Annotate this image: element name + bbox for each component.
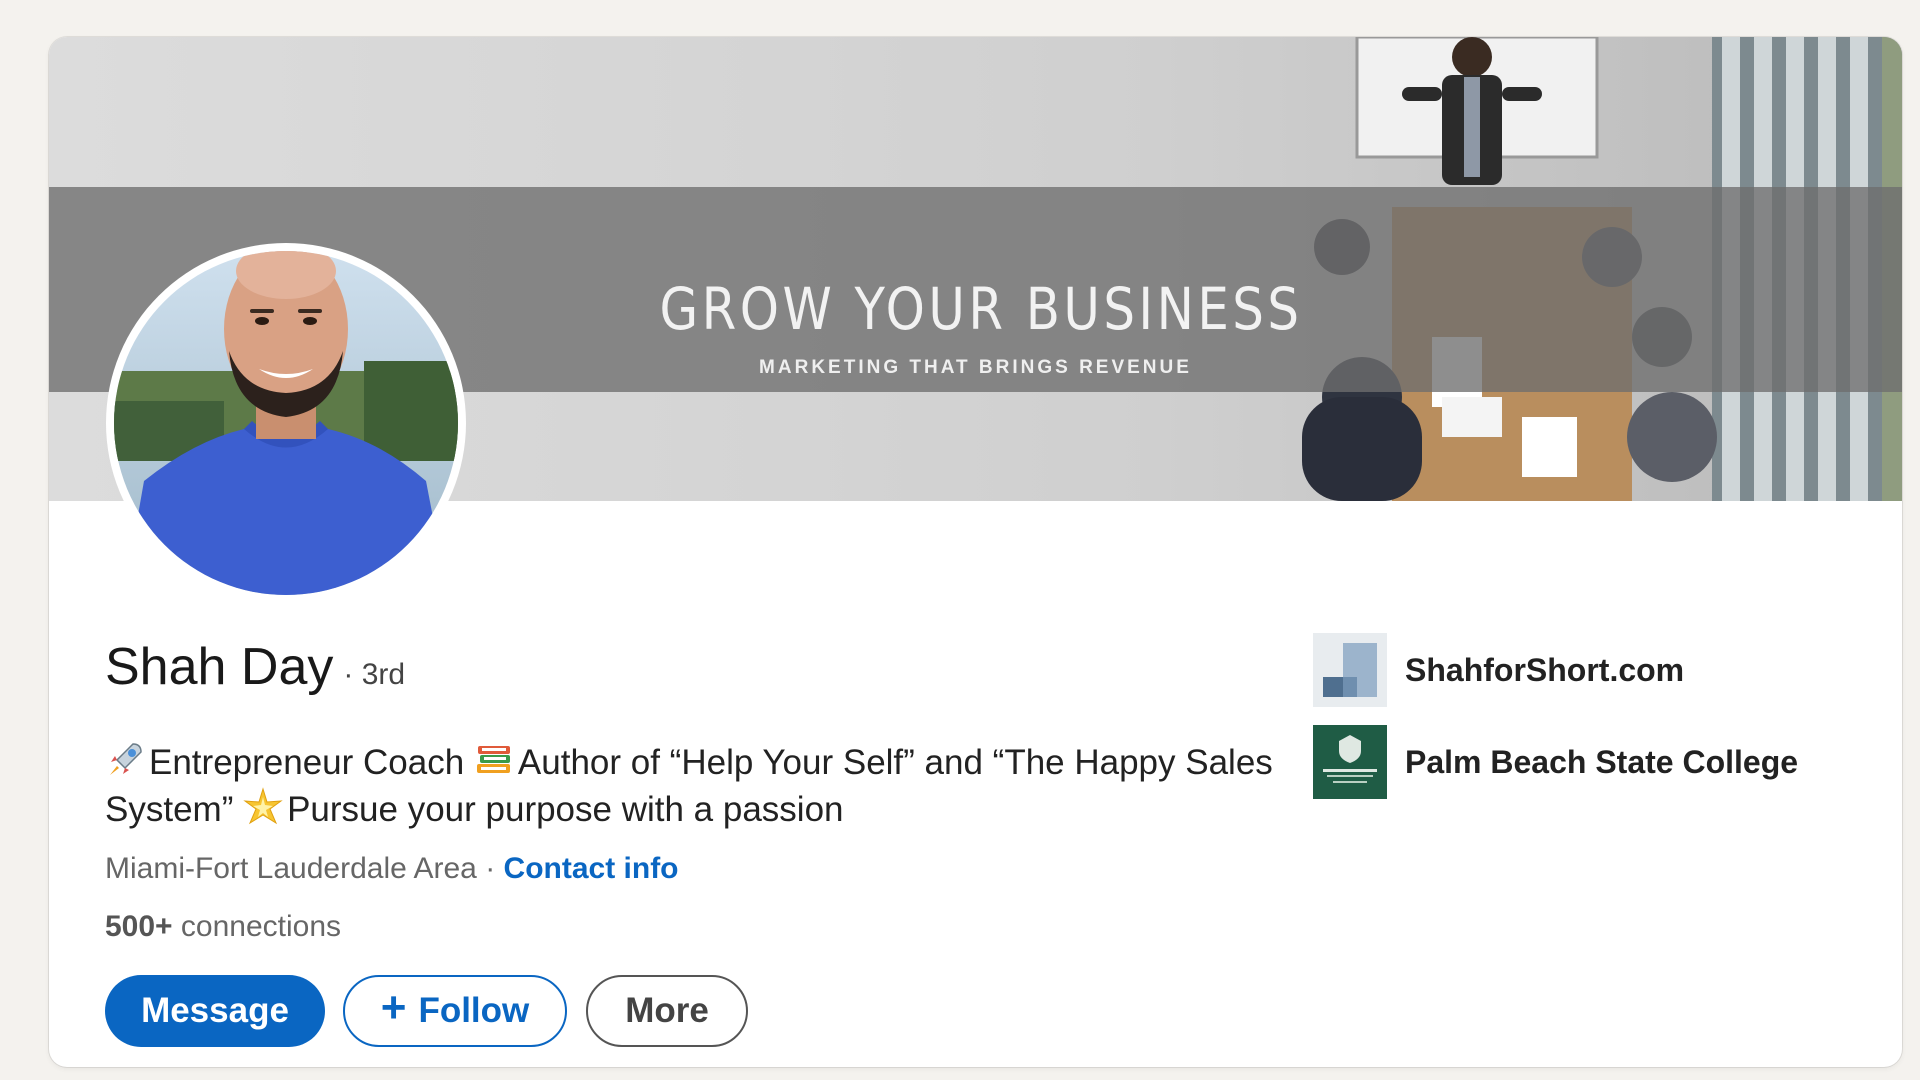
avatar[interactable] <box>106 243 466 603</box>
education-school[interactable]: Palm Beach State College <box>1313 725 1798 799</box>
plus-icon: + <box>380 983 407 1032</box>
company-logo-icon <box>1313 633 1387 707</box>
location-row: Miami-Fort Lauderdale Area · Contact inf… <box>105 852 679 886</box>
connections-row[interactable]: 500+ connections <box>105 910 341 944</box>
location-text: Miami-Fort Lauderdale Area <box>105 852 477 885</box>
school-name: Palm Beach State College <box>1405 743 1799 780</box>
books-icon <box>476 746 510 773</box>
current-company[interactable]: ShahforShort.com <box>1313 633 1684 707</box>
company-name: ShahforShort.com <box>1405 651 1685 688</box>
profile-name: Shah Day <box>105 638 334 696</box>
message-button-label: Message <box>141 991 289 1030</box>
location-separator: · <box>485 852 496 885</box>
follow-button[interactable]: + Follow <box>343 975 567 1047</box>
follow-button-label: Follow <box>418 991 530 1030</box>
connections-label: connections <box>180 910 342 943</box>
connection-degree: · 3rd <box>343 658 406 691</box>
connections-count: 500+ <box>105 910 173 943</box>
rocket-icon <box>110 743 142 775</box>
headline-text-1: Entrepreneur Coach <box>149 743 474 782</box>
profile-headline: Entrepreneur Coach Author of “Help Your … <box>105 739 1305 833</box>
contact-info-link[interactable]: Contact info <box>504 852 679 885</box>
avatar-photo <box>114 251 458 595</box>
school-logo-icon <box>1313 725 1387 799</box>
name-row: Shah Day · 3rd <box>105 637 405 697</box>
more-button[interactable]: More <box>586 975 748 1047</box>
message-button[interactable]: Message <box>105 975 325 1047</box>
more-button-label: More <box>625 991 709 1030</box>
headline-text-3: Pursue your purpose with a passion <box>287 790 844 829</box>
profile-card: GROW YOUR BUSINESS MARKETING THAT BRINGS… <box>49 37 1902 1067</box>
sparkle-icon <box>243 787 283 825</box>
